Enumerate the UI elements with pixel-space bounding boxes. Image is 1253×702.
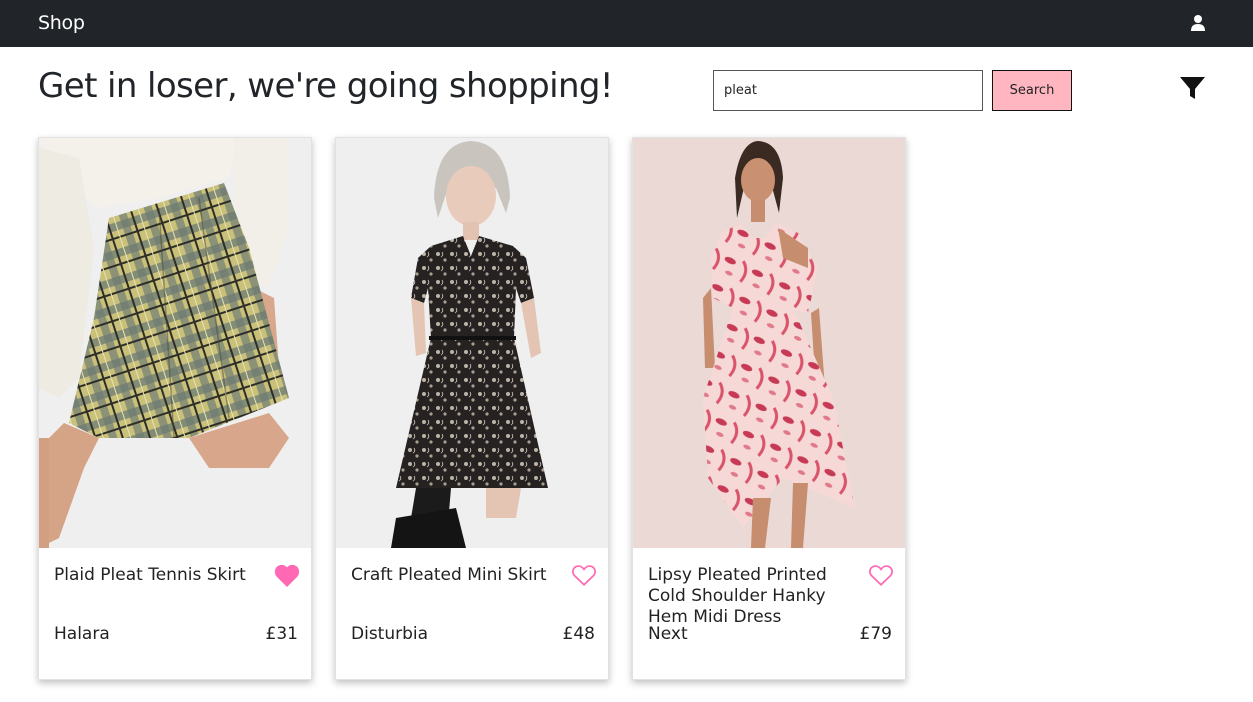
heart-outline-icon [572, 565, 596, 586]
filter-icon[interactable] [1180, 77, 1205, 100]
product-price: £31 [265, 624, 298, 644]
product-price: £79 [859, 624, 892, 644]
search-button[interactable]: Search [992, 70, 1072, 111]
heart-filled-icon [274, 564, 300, 587]
favorite-button[interactable] [274, 563, 300, 587]
product-image[interactable] [336, 138, 608, 548]
navbar: Shop [0, 0, 1253, 47]
product-card[interactable]: Craft Pleated Mini Skirt Disturbia £48 [335, 137, 609, 680]
product-brand: Halara [54, 624, 110, 644]
product-name[interactable]: Plaid Pleat Tennis Skirt [54, 565, 259, 586]
product-price: £48 [562, 624, 595, 644]
product-card[interactable]: Lipsy Pleated Printed Cold Shoulder Hank… [632, 137, 906, 680]
product-name[interactable]: Lipsy Pleated Printed Cold Shoulder Hank… [648, 565, 853, 628]
user-icon[interactable] [1189, 14, 1207, 32]
product-image[interactable] [39, 138, 311, 548]
heart-outline-icon [869, 565, 893, 586]
page-title: Get in loser, we're going shopping! [38, 66, 614, 106]
product-brand: Next [648, 624, 688, 644]
black-floral-dress-photo [336, 138, 608, 548]
product-card[interactable]: Plaid Pleat Tennis Skirt Halara £31 [38, 137, 312, 680]
plaid-skirt-photo [39, 138, 311, 548]
brand-link[interactable]: Shop [38, 12, 85, 34]
product-image[interactable] [633, 138, 905, 548]
favorite-button[interactable] [868, 563, 894, 587]
pink-floral-dress-photo [633, 138, 905, 548]
product-name[interactable]: Craft Pleated Mini Skirt [351, 565, 556, 586]
product-brand: Disturbia [351, 624, 429, 644]
search-input[interactable] [713, 70, 983, 111]
favorite-button[interactable] [571, 563, 597, 587]
